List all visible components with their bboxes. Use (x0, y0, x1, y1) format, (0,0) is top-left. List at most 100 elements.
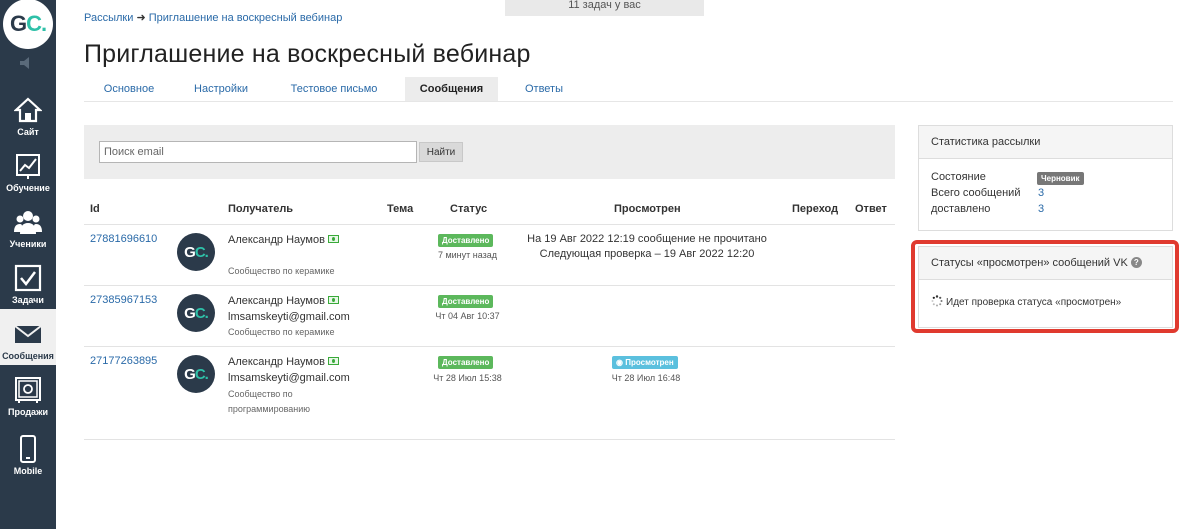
eye-icon: ◉ (616, 358, 626, 367)
tab-settings[interactable]: Настройки (180, 77, 262, 101)
sidebar-item-label: Продажи (8, 407, 48, 417)
tab-main[interactable]: Основное (84, 77, 174, 101)
breadcrumb: Рассылки ➜ Приглашение на воскресный веб… (84, 11, 342, 24)
recipient-community: Сообщество по программированию (228, 387, 310, 417)
table-divider (84, 285, 895, 286)
total-value-link[interactable]: 3 (1038, 187, 1044, 199)
column-header-id[interactable]: Id (90, 203, 100, 215)
logo-c: C. (26, 11, 47, 36)
avatar: G C. (177, 233, 215, 271)
search-button[interactable]: Найти (419, 142, 463, 162)
stats-panel: Статистика рассылки Состояние Черновик В… (918, 125, 1173, 231)
status-time: 7 минут назад (437, 250, 498, 260)
phone-icon (20, 435, 36, 463)
column-header-subject[interactable]: Тема (387, 203, 413, 215)
viewed-badge-label: ◉ Просмотрен (612, 356, 678, 369)
breadcrumb-root-link[interactable]: Рассылки (84, 12, 133, 24)
money-icon (327, 235, 339, 243)
chart-icon (16, 154, 40, 179)
logo-g: G (9, 11, 27, 36)
sidebar-item-mobile[interactable]: Mobile (0, 424, 56, 480)
community-line: Сообщество по (228, 389, 293, 399)
sidebar-item-sales[interactable]: Продажи (0, 365, 56, 421)
status-time: Чт 04 Авг 10:37 (435, 311, 500, 321)
avatar: G C. (177, 355, 215, 393)
sidebar-item-label: Сообщения (2, 351, 54, 361)
money-icon (327, 296, 339, 304)
status-badge-label: Доставлено (438, 295, 494, 308)
column-header-status[interactable]: Статус (450, 203, 487, 215)
total-label: Всего сообщений (931, 187, 1021, 199)
home-icon (14, 97, 42, 123)
column-header-reply[interactable]: Ответ (855, 203, 887, 215)
logo-mark: G C. (3, 0, 53, 49)
state-badge: Черновик (1037, 172, 1084, 185)
sidebar-item-label: Ученики (9, 239, 47, 249)
column-header-recipient[interactable]: Получатель (228, 203, 293, 215)
message-id-link[interactable]: 27177263895 (90, 355, 157, 367)
search-input[interactable] (99, 141, 417, 163)
recipient-name: Александр Наумов (228, 295, 325, 307)
state-badge-label: Черновик (1037, 172, 1084, 185)
users-icon (14, 211, 42, 234)
safe-icon (15, 377, 41, 403)
community-line: программированию (228, 404, 311, 414)
state-label: Состояние (931, 171, 986, 183)
tab-replies[interactable]: Ответы (514, 77, 574, 101)
speaker-icon[interactable] (18, 56, 38, 70)
recipient-email: lmsamskeyti@gmail.com (228, 372, 350, 384)
recipient-name-link[interactable]: Александр Наумов (228, 234, 339, 246)
column-header-click[interactable]: Переход (792, 203, 838, 215)
tab-messages[interactable]: Сообщения (405, 77, 498, 101)
status-badge: Доставлено (438, 295, 494, 308)
tab-bar: Основное Настройки Тестовое письмо Сообщ… (84, 77, 1173, 102)
sidebar-item-label: Задачи (12, 295, 44, 305)
avatar: G C. (177, 294, 215, 332)
status-badge-label: Доставлено (438, 356, 494, 369)
status-badge-label: Доставлено (438, 234, 494, 247)
status-time: Чт 28 Июл 15:38 (433, 373, 502, 383)
recipient-community: Сообщество по керамике (228, 266, 335, 276)
recipient-community: Сообщество по керамике (228, 327, 335, 337)
sidebar-item-site[interactable]: Сайт (0, 85, 56, 141)
table-divider (84, 224, 895, 225)
breadcrumb-arrow-icon: ➜ (136, 12, 146, 24)
search-panel: Найти (84, 125, 895, 179)
money-icon (327, 357, 339, 365)
sidebar-item-label: Обучение (6, 183, 50, 193)
tasks-notice[interactable]: 11 задач у вас (505, 0, 704, 16)
sidebar-item-label: Сайт (17, 127, 39, 137)
viewed-info-line: Следующая проверка – 19 Авг 2022 12:20 (539, 248, 755, 260)
viewed-info-line: На 19 Авг 2022 12:19 сообщение не прочит… (527, 233, 767, 245)
viewed-badge: ◉ Просмотрен (612, 356, 678, 369)
status-badge: Доставлено (438, 234, 494, 247)
page-title: Приглашение на воскресный вебинар (84, 40, 531, 68)
logo[interactable]: G C. (0, 0, 56, 49)
checkbox-icon (14, 264, 42, 292)
sidebar-item-learning[interactable]: Обучение (0, 141, 56, 197)
recipient-name-link[interactable]: Александр Наумов (228, 356, 339, 368)
highlight-frame (911, 240, 1179, 333)
table-divider (84, 346, 895, 347)
recipient-name: Александр Наумов (228, 356, 325, 368)
sidebar: G C. Сайт Обучение Ученики Задачи Сообще… (0, 0, 56, 529)
recipient-name: Александр Наумов (228, 234, 325, 246)
viewed-badge-text: Просмотрен (625, 358, 674, 367)
column-header-viewed[interactable]: Просмотрен (614, 203, 681, 215)
status-badge: Доставлено (438, 356, 494, 369)
recipient-name-link[interactable]: Александр Наумов (228, 295, 339, 307)
message-id-link[interactable]: 27881696610 (90, 233, 157, 245)
stats-panel-title: Статистика рассылки (919, 126, 1172, 159)
table-divider (84, 439, 895, 440)
delivered-value-link[interactable]: 3 (1038, 203, 1044, 215)
message-id-link[interactable]: 27385967153 (90, 294, 157, 306)
delivered-label: доставлено (931, 203, 991, 215)
recipient-email: lmsamskeyti@gmail.com (228, 311, 350, 323)
breadcrumb-current-link[interactable]: Приглашение на воскресный вебинар (149, 12, 343, 24)
sidebar-item-students[interactable]: Ученики (0, 197, 56, 253)
sidebar-item-messages[interactable]: Сообщения (0, 309, 56, 365)
sidebar-item-tasks[interactable]: Задачи (0, 253, 56, 309)
sidebar-item-label: Mobile (13, 466, 43, 476)
tab-test-letter[interactable]: Тестовое письмо (282, 77, 386, 101)
viewed-time: Чт 28 Июл 16:48 (611, 373, 681, 383)
